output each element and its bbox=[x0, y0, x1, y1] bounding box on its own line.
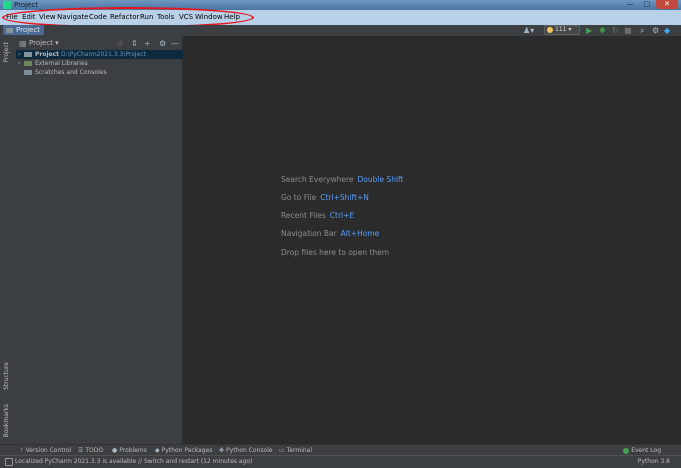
python-interpreter-indicator[interactable]: Python 3.8 bbox=[638, 458, 670, 465]
expand-arrow-icon[interactable]: › bbox=[18, 50, 20, 59]
python-icon bbox=[547, 27, 553, 33]
menu-edit[interactable]: Edit bbox=[22, 13, 36, 22]
notification-icon[interactable] bbox=[5, 458, 13, 466]
hint-recent-files: Recent Files Ctrl+E bbox=[281, 211, 355, 220]
tool-tab-problems[interactable]: ● Problems bbox=[112, 447, 147, 455]
run-icon[interactable]: ▶ bbox=[586, 25, 592, 36]
list-icon: ☰ bbox=[78, 447, 84, 454]
tool-tab-bookmarks[interactable]: Bookmarks bbox=[3, 404, 10, 438]
tree-item-project[interactable]: › Project D:\PyCharm2021.3.3\Project bbox=[16, 50, 183, 59]
minimize-button[interactable]: — bbox=[622, 0, 638, 9]
user-account-icon[interactable]: ♟▾ bbox=[523, 25, 534, 36]
menu-window[interactable]: Window bbox=[195, 13, 223, 22]
menu-code[interactable]: Code bbox=[89, 13, 107, 22]
menu-refactor[interactable]: Refactor bbox=[110, 13, 139, 22]
hint-go-to-file: Go to File Ctrl+Shift+N bbox=[281, 193, 369, 202]
folder-icon bbox=[24, 52, 32, 57]
packages-icon: ◆ bbox=[155, 447, 160, 454]
status-bar: Localized PyCharm 2021.3.3 is available … bbox=[0, 455, 681, 468]
panel-options-gear-icon[interactable]: ⚙ bbox=[159, 39, 166, 48]
select-opened-file-icon[interactable]: ⊕ bbox=[117, 39, 124, 48]
menu-help[interactable]: Help bbox=[224, 13, 240, 22]
tool-tab-project[interactable]: Project bbox=[3, 42, 10, 63]
event-log-icon bbox=[623, 447, 630, 454]
hide-panel-icon[interactable]: — bbox=[171, 39, 179, 48]
settings-gear-icon[interactable]: ⚙ bbox=[652, 25, 659, 36]
hint-search-everywhere: Search Everywhere Double Shift bbox=[281, 175, 404, 184]
menu-vcs[interactable]: VCS bbox=[179, 13, 193, 22]
tool-tab-todo[interactable]: ☰ TODO bbox=[78, 447, 103, 455]
menu-bar: File Edit View Navigate Code Refactor Ru… bbox=[0, 10, 681, 25]
branch-icon: ᚠ bbox=[20, 447, 24, 454]
window-title: Project bbox=[14, 1, 38, 9]
menu-view[interactable]: View bbox=[39, 13, 56, 22]
expand-arrow-icon[interactable]: › bbox=[18, 59, 20, 68]
tool-tab-python-console[interactable]: ✤ Python Console bbox=[219, 447, 273, 455]
breadcrumb-project[interactable]: Project bbox=[3, 25, 44, 35]
run-configuration-select[interactable]: 111 ▾ bbox=[544, 25, 580, 35]
hint-drop-files: Drop files here to open them bbox=[281, 248, 390, 257]
project-panel-header: ▦ Project ▾ ⊕ ⇕ ÷ ⚙ — bbox=[16, 37, 183, 50]
coverage-icon[interactable]: ↻ bbox=[612, 25, 619, 36]
close-button[interactable]: ✕ bbox=[656, 0, 678, 9]
status-message[interactable]: Localized PyCharm 2021.3.3 is available … bbox=[15, 458, 252, 465]
tool-tab-terminal[interactable]: ▭ Terminal bbox=[279, 447, 312, 455]
python-console-icon: ✤ bbox=[219, 447, 225, 454]
library-icon bbox=[24, 61, 32, 66]
tool-tab-version-control[interactable]: ᚠ Version Control bbox=[20, 447, 71, 455]
scratches-icon bbox=[24, 70, 32, 75]
problems-icon: ● bbox=[112, 447, 118, 454]
tree-item-scratches[interactable]: Scratches and Consoles bbox=[16, 68, 183, 77]
pycharm-app-icon bbox=[3, 1, 11, 9]
tool-tab-python-packages[interactable]: ◆ Python Packages bbox=[155, 447, 212, 455]
debug-icon[interactable]: ✱ bbox=[599, 25, 606, 36]
expand-all-icon[interactable]: ⇕ bbox=[131, 39, 138, 48]
project-view-select[interactable]: Project ▾ bbox=[29, 39, 59, 47]
window-title-bar: Project — ▢ ✕ bbox=[0, 0, 681, 10]
menu-file[interactable]: File bbox=[6, 13, 18, 22]
project-view-icon: ▦ bbox=[19, 39, 27, 48]
folder-icon bbox=[6, 27, 13, 33]
jetbrains-logo-icon[interactable]: ◆ bbox=[664, 25, 670, 36]
menu-run[interactable]: Run bbox=[140, 13, 153, 22]
bottom-tool-bar: ᚠ Version Control ☰ TODO ● Problems ◆ Python… bbox=[0, 444, 681, 455]
collapse-all-icon[interactable]: ÷ bbox=[144, 39, 151, 48]
hint-navigation-bar: Navigation Bar Alt+Home bbox=[281, 229, 380, 238]
left-tool-strip: Project Structure Bookmarks bbox=[0, 36, 17, 444]
event-log-button[interactable]: Event Log bbox=[623, 447, 661, 454]
search-icon[interactable]: ⌕ bbox=[640, 25, 644, 36]
tool-tab-structure[interactable]: Structure bbox=[3, 362, 10, 390]
tree-item-external-libraries[interactable]: › External Libraries bbox=[16, 59, 183, 68]
maximize-button[interactable]: ▢ bbox=[639, 0, 655, 9]
menu-tools[interactable]: Tools bbox=[157, 13, 174, 22]
menu-navigate[interactable]: Navigate bbox=[57, 13, 88, 22]
project-tool-window bbox=[16, 36, 183, 444]
terminal-icon: ▭ bbox=[279, 447, 285, 454]
stop-icon[interactable]: ■ bbox=[624, 25, 632, 36]
